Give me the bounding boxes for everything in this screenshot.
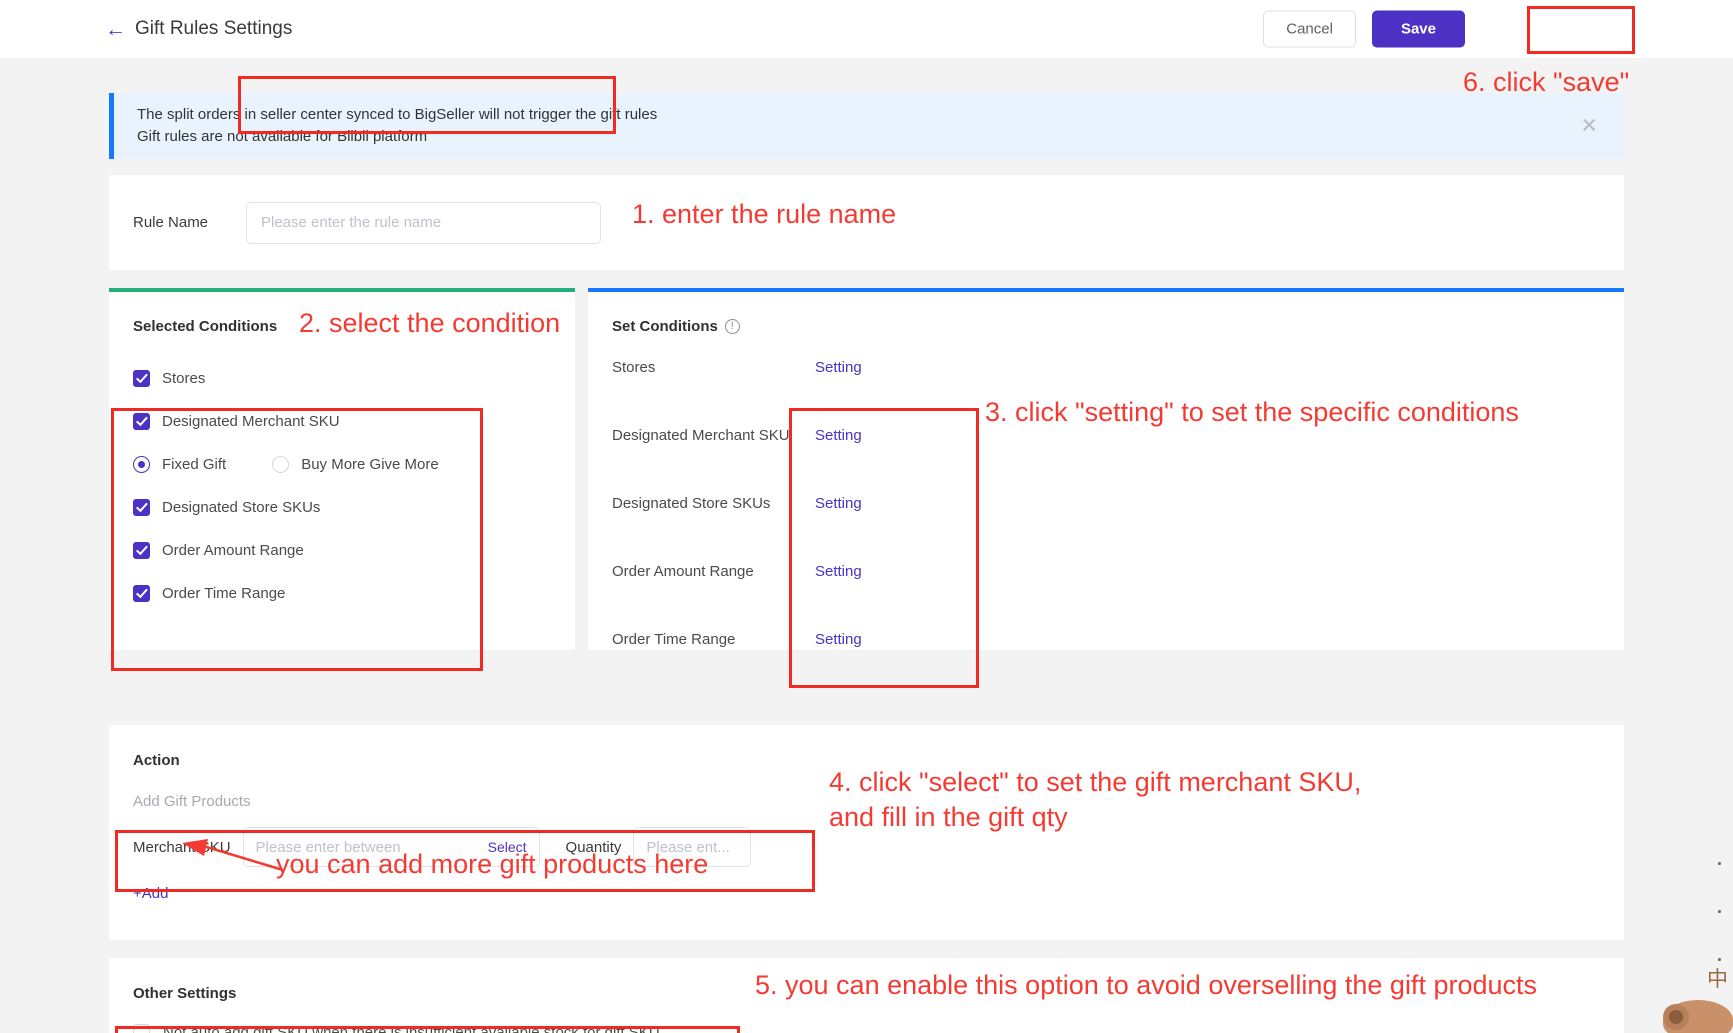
set-conditions-title: Set Conditions ! [612,318,1624,335]
other-settings-row[interactable]: Not auto add gift SKU when there is insu… [133,1024,1624,1033]
banner-text: The split orders in seller center synced… [114,104,657,149]
set-condition-name: Order Time Range [612,631,736,648]
rule-name-input[interactable] [246,201,601,244]
condition-label: Designated Store SKUs [162,499,321,516]
header-actions: Cancel Save [1263,10,1465,48]
page-title: Gift Rules Settings [135,18,293,39]
condition-label-buy-more-give-more: Buy More Give More [301,456,439,473]
language-switch-icon[interactable]: 中 [1707,963,1728,993]
rule-name-label: Rule Name [133,214,209,231]
select-sku-button[interactable]: Select [488,839,527,855]
set-conditions-list: Stores Setting Designated Merchant SKU S… [612,357,1624,669]
merchant-sku-field[interactable]: Please enter between Select [242,827,540,867]
info-circle-icon[interactable]: ! [724,319,740,334]
set-condition-name: Stores [612,359,656,376]
merchant-sku-label: Merchant SKU [133,838,231,856]
set-condition-row: Order Amount Range Setting [612,561,1624,601]
quantity-field[interactable]: Please ent... [633,827,752,867]
add-gift-product-button[interactable]: +Add [133,885,168,902]
cancel-button[interactable]: Cancel [1263,10,1356,48]
checkbox-icon[interactable] [133,1024,150,1033]
selected-conditions-list: Stores Designated Merchant SKU Fixed Gif… [133,357,575,615]
set-condition-name: Designated Merchant SKU [612,427,790,444]
other-settings-title: Other Settings [133,985,237,1002]
setting-link-designated-merchant-sku[interactable]: Setting [815,425,862,447]
selected-conditions-title: Selected Conditions [133,318,278,335]
set-condition-row: Stores Setting [612,357,1624,397]
banner-line-1: The split orders in seller center synced… [137,105,658,123]
set-conditions-title-text: Set Conditions [612,318,718,335]
condition-label: Order Time Range [162,585,286,602]
selected-conditions-panel: Selected Conditions Stores Designated Me… [109,288,575,650]
merchant-sku-placeholder: Please enter between [255,838,401,856]
condition-item-stores[interactable]: Stores [133,357,575,400]
quantity-label: Quantity [565,838,622,856]
set-conditions-panel: Set Conditions ! Stores Setting Designat… [588,288,1624,650]
set-condition-row: Designated Store SKUs Setting [612,493,1624,533]
save-button[interactable]: Save [1371,10,1465,48]
checkbox-icon[interactable] [133,499,150,516]
set-condition-name: Order Amount Range [612,563,754,580]
condition-item-designated-store-skus[interactable]: Designated Store SKUs [133,486,575,529]
radio-selected-icon[interactable] [133,456,150,473]
banner-line-2: Gift rules are not available for Blibli … [137,128,428,145]
other-settings-label: Not auto add gift SKU when there is insu… [163,1024,660,1033]
condition-item-designated-merchant-sku[interactable]: Designated Merchant SKU [133,400,575,443]
set-condition-name: Designated Store SKUs [612,495,771,512]
radio-unselected-icon[interactable] [272,456,290,473]
checkbox-icon[interactable] [133,585,150,602]
quantity-placeholder: Please ent... [646,838,730,856]
close-icon[interactable]: ✕ [1580,116,1598,137]
condition-label: Stores [162,370,206,387]
rule-name-card: Rule Name [109,175,1624,270]
other-settings-card: Other Settings Not auto add gift SKU whe… [109,958,1624,1033]
setting-link-order-amount-range[interactable]: Setting [815,561,862,583]
gift-product-row: Merchant SKU Please enter between Select… [133,827,1624,867]
checkbox-icon[interactable] [133,542,150,559]
checkbox-icon[interactable] [133,370,150,387]
condition-gift-mode-group[interactable]: Fixed Gift Buy More Give More [133,443,575,486]
dot-icon [1718,910,1721,913]
set-condition-row: Order Time Range Setting [612,629,1624,669]
mascot-ear-inner-icon [1669,1010,1683,1024]
condition-item-order-amount-range[interactable]: Order Amount Range [133,529,575,572]
app-page: ← Gift Rules Settings Cancel Save The sp… [0,0,1733,1033]
action-card: Action Add Gift Products Merchant SKU Pl… [109,725,1624,940]
checkbox-icon[interactable] [133,413,150,430]
arrow-left-icon[interactable]: ← [105,19,126,40]
condition-label: Order Amount Range [162,542,304,559]
setting-link-designated-store-skus[interactable]: Setting [815,493,862,515]
setting-link-stores[interactable]: Setting [815,357,862,379]
condition-label-fixed-gift: Fixed Gift [162,456,227,473]
set-condition-row: Designated Merchant SKU Setting [612,425,1624,465]
setting-link-order-time-range[interactable]: Setting [815,629,862,651]
page-header: ← Gift Rules Settings Cancel Save [0,0,1733,58]
info-banner: The split orders in seller center synced… [109,93,1624,159]
condition-item-order-time-range[interactable]: Order Time Range [133,572,575,615]
add-gift-products-label: Add Gift Products [133,793,251,810]
dot-icon [1718,862,1721,865]
action-title: Action [133,752,180,769]
condition-label: Designated Merchant SKU [162,413,340,430]
back-button[interactable]: ← Gift Rules Settings [105,18,292,40]
dot-icon [1718,958,1721,961]
